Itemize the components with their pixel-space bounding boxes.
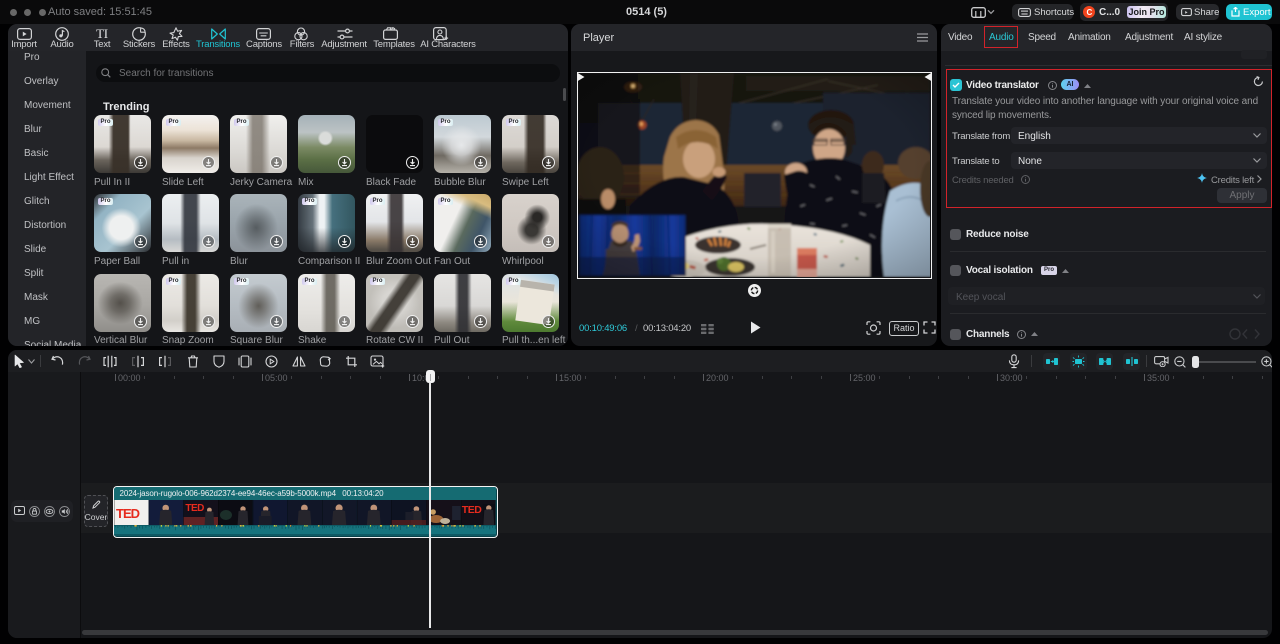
svg-text:TED: TED	[116, 506, 140, 521]
svg-text:TED: TED	[185, 503, 204, 514]
svg-text:TED: TED	[461, 504, 481, 516]
